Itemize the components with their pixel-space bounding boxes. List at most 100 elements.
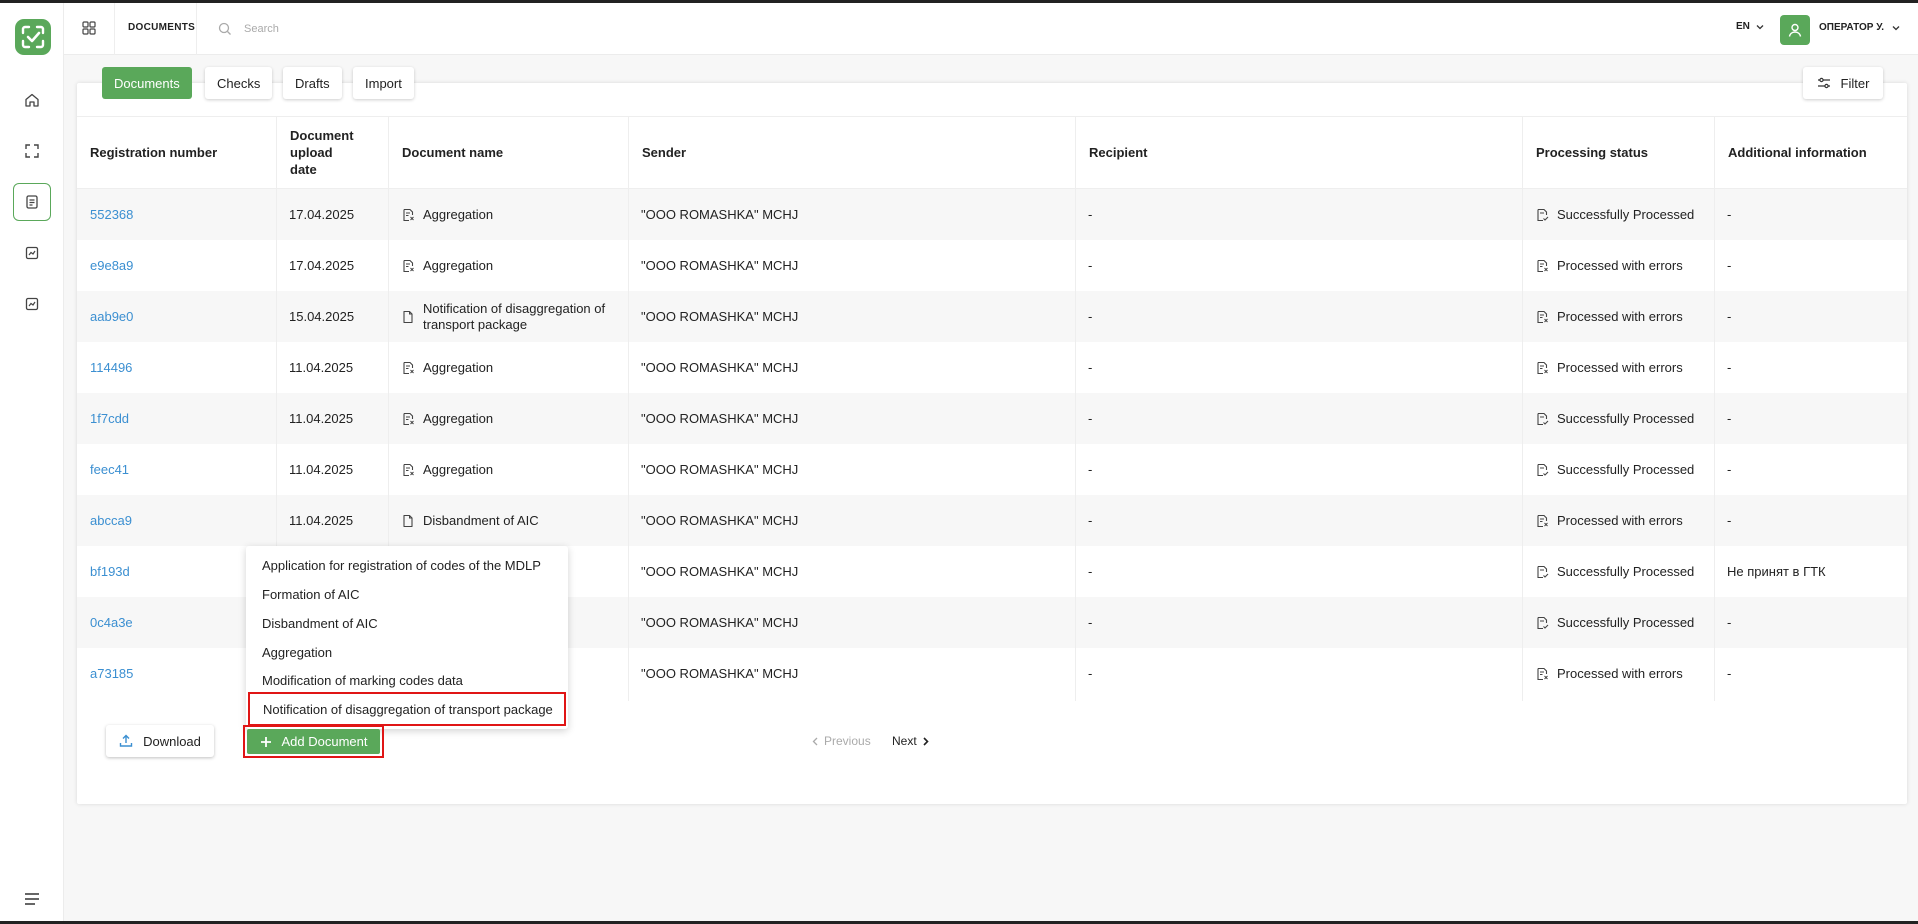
upload-date: 11.04.2025: [276, 393, 388, 444]
menu-item-modification-codes[interactable]: Modification of marking codes data: [246, 667, 568, 693]
sender: "OOO ROMASHKA" MCHJ: [628, 495, 1075, 546]
registration-number-link[interactable]: 1f7cdd: [77, 393, 276, 444]
sidebar-item-home[interactable]: [13, 81, 51, 119]
tab-documents[interactable]: Documents: [102, 67, 192, 99]
column-header[interactable]: Additional information: [1714, 117, 1907, 190]
processing-status-text: Processed with errors: [1557, 257, 1683, 273]
column-header[interactable]: Sender: [628, 117, 1075, 190]
menu-item-disaggregation-notification[interactable]: Notification of disaggregation of transp…: [248, 692, 566, 726]
add-document-button[interactable]: Add Document: [247, 729, 380, 754]
registration-number-link[interactable]: e9e8a9: [77, 240, 276, 291]
tab-drafts[interactable]: Drafts: [283, 67, 342, 99]
column-header[interactable]: Processing status: [1522, 117, 1714, 190]
processing-status-text: Successfully Processed: [1557, 614, 1695, 630]
sender-text: "OOO ROMASHKA" MCHJ: [641, 410, 799, 426]
recipient-text: -: [1088, 512, 1093, 528]
registration-number-link-text[interactable]: bf193d: [90, 564, 130, 580]
processing-status-text: Processed with errors: [1557, 665, 1683, 681]
registration-number-link-text[interactable]: aab9e0: [90, 309, 133, 325]
tab-import[interactable]: Import: [353, 67, 414, 99]
chevron-left-icon: [812, 737, 818, 745]
app-logo[interactable]: [15, 19, 51, 55]
processing-status-text: Successfully Processed: [1557, 563, 1695, 579]
table-row[interactable]: feec41 11.04.2025 Aggregation "OOO ROMASHKA…: [77, 444, 1907, 495]
registration-number-link-text[interactable]: 0c4a3e: [90, 615, 133, 631]
table-row[interactable]: 114496 11.04.2025 Aggregation "OOO ROMASHKA…: [77, 342, 1907, 393]
filter-icon: [1817, 77, 1830, 89]
search-input[interactable]: [244, 17, 644, 41]
additional-info-text: -: [1727, 410, 1732, 426]
status-error-icon: [1537, 361, 1548, 374]
check-icon: [25, 246, 39, 260]
document-name-text: Disbandment of AIC: [423, 512, 539, 528]
registration-number-link-text[interactable]: e9e8a9: [90, 258, 133, 274]
aggregation-doc-icon: [403, 463, 414, 476]
download-button[interactable]: Download: [106, 725, 214, 757]
document-name-text: Aggregation: [423, 206, 494, 222]
registration-number-link-text[interactable]: 1f7cdd: [90, 411, 129, 427]
registration-number-link[interactable]: feec41: [77, 444, 276, 495]
pagination-previous[interactable]: Previous: [812, 734, 871, 748]
additional-info: -: [1714, 393, 1907, 444]
additional-info-text: -: [1727, 461, 1732, 477]
status-error-icon: [1537, 310, 1548, 323]
table-row[interactable]: aab9e0 15.04.2025 Notification of disaggre…: [77, 291, 1907, 342]
recipient-text: -: [1088, 257, 1093, 273]
column-header[interactable]: Registration number: [77, 117, 276, 190]
recipient: -: [1075, 342, 1522, 393]
pagination-next[interactable]: Next: [892, 734, 929, 748]
column-header[interactable]: Recipient: [1075, 117, 1522, 190]
sender: "OOO ROMASHKA" MCHJ: [628, 342, 1075, 393]
sender-text: "OOO ROMASHKA" MCHJ: [641, 512, 799, 528]
processing-status-text: Successfully Processed: [1557, 461, 1695, 477]
user-menu[interactable]: ОПЕРАТОР У.: [1819, 22, 1900, 33]
chevron-down-icon: [1892, 25, 1900, 30]
menu-item-aggregation[interactable]: Aggregation: [246, 639, 568, 665]
registration-number-link[interactable]: aab9e0: [77, 291, 276, 342]
registration-number-link-text[interactable]: a73185: [90, 666, 133, 682]
filter-button[interactable]: Filter: [1803, 67, 1883, 99]
document-name: Aggregation: [388, 240, 628, 291]
language-label: EN: [1736, 21, 1750, 32]
sidebar-item-checks[interactable]: [13, 234, 51, 272]
sidebar-item-reports[interactable]: [13, 285, 51, 323]
table-row[interactable]: 1f7cdd 11.04.2025 Aggregation "OOO ROMASHKA…: [77, 393, 1907, 444]
processing-status: Successfully Processed: [1522, 597, 1714, 648]
menu-item-formation-aic[interactable]: Formation of AIC: [246, 581, 568, 607]
upload-date: 15.04.2025: [276, 291, 388, 342]
registration-number-link[interactable]: 114496: [77, 342, 276, 393]
menu-icon[interactable]: [24, 892, 40, 906]
table-row[interactable]: abcca9 11.04.2025 Disbandment of AIC "OOO R…: [77, 495, 1907, 546]
registration-number-link-text[interactable]: 552368: [90, 207, 133, 223]
avatar[interactable]: [1780, 15, 1810, 45]
processing-status-text: Processed with errors: [1557, 512, 1683, 528]
upload-date-text: 11.04.2025: [289, 410, 354, 426]
tab-checks[interactable]: Checks: [205, 67, 273, 99]
status-error-icon: [1537, 259, 1548, 272]
language-selector[interactable]: EN: [1736, 21, 1764, 32]
column-header[interactable]: Document name: [388, 117, 628, 190]
sidebar-item-scan[interactable]: [13, 132, 51, 170]
apps-grid-icon[interactable]: [82, 21, 96, 35]
registration-number-link-text[interactable]: feec41: [90, 462, 129, 478]
top-header: DOCUMENTS EN ОПЕРАТОР У.: [64, 3, 1918, 55]
sidebar-item-documents[interactable]: [13, 183, 51, 221]
registration-number-link-text[interactable]: 114496: [90, 360, 132, 376]
menu-item-mdlp-registration[interactable]: Application for registration of codes of…: [246, 552, 568, 578]
registration-number-link-text[interactable]: abcca9: [90, 513, 132, 529]
logo-check-icon: [21, 25, 45, 49]
registration-number-link[interactable]: abcca9: [77, 495, 276, 546]
table-row[interactable]: 552368 17.04.2025 Aggregation "OOO ROMASHKA…: [77, 189, 1907, 240]
processing-status: Successfully Processed: [1522, 189, 1714, 240]
processing-status: Processed with errors: [1522, 648, 1714, 699]
menu-item-disbandment-aic[interactable]: Disbandment of AIC: [246, 610, 568, 636]
additional-info-text: -: [1727, 257, 1732, 273]
table-row[interactable]: e9e8a9 17.04.2025 Aggregation "OOO ROMASHKA…: [77, 240, 1907, 291]
registration-number-link[interactable]: 552368: [77, 189, 276, 240]
document-name-text: Aggregation: [423, 257, 494, 273]
column-header[interactable]: Document upload date: [276, 117, 388, 190]
upload-date-text: 17.04.2025: [289, 257, 355, 273]
processing-status-text: Successfully Processed: [1557, 410, 1695, 426]
upload-icon: [119, 734, 133, 747]
aggregation-doc-icon: [403, 208, 414, 221]
